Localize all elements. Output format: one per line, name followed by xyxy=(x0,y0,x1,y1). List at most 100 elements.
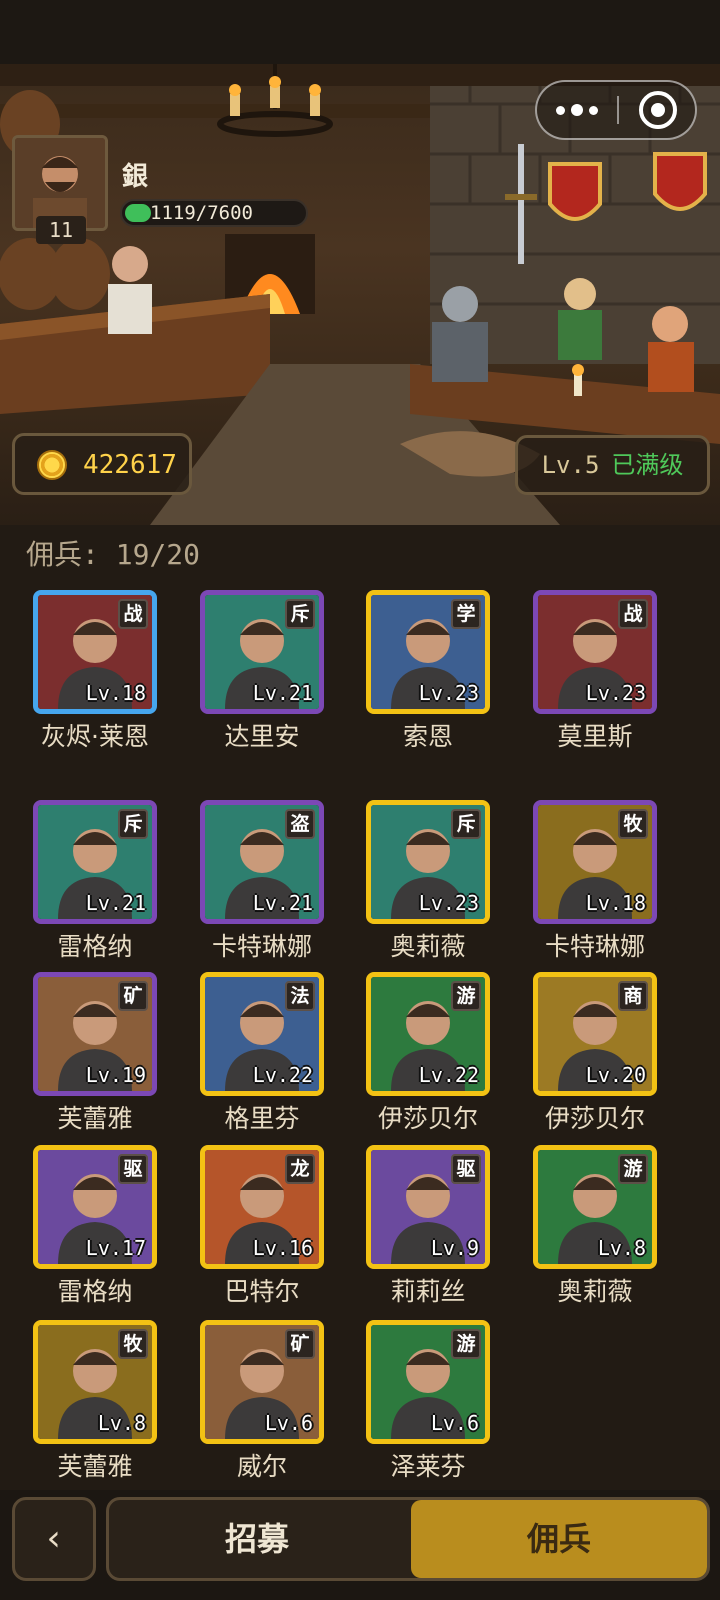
class-badge: 游 xyxy=(451,1329,481,1359)
mercenary-name: 莫里斯 xyxy=(557,722,633,751)
mercenary-name: 莉莉丝 xyxy=(390,1277,466,1306)
mercenary-name: 雷格纳 xyxy=(57,1277,133,1306)
class-badge: 斥 xyxy=(451,809,481,839)
level-tag: Lv.6 xyxy=(264,1411,313,1435)
mercenary-portrait: 斥 Lv.21 xyxy=(33,800,157,924)
mercenary-portrait: 盗 Lv.21 xyxy=(200,800,324,924)
mercenary-name: 奥莉薇 xyxy=(390,932,466,961)
mercenary-grid: 战 Lv.18 灰烬·莱恩斥 Lv.21 达里安学 Lv.23 索恩战 Lv.23 莫里斯斥 Lv… xyxy=(0,590,720,1490)
mercenary-name: 威尔 xyxy=(236,1452,287,1481)
level-tag: Lv.20 xyxy=(585,1063,646,1087)
level-tag: Lv.18 xyxy=(85,681,146,705)
mercenary-name: 索恩 xyxy=(402,722,453,751)
level-tag: Lv.21 xyxy=(252,681,313,705)
tavern-level: Lv.5 xyxy=(541,451,600,479)
gold-counter: 422617 xyxy=(12,433,192,495)
tab-recruit[interactable]: 招募 xyxy=(109,1500,405,1578)
class-badge: 斥 xyxy=(118,809,148,839)
bottom-tabs: 招募 佣兵 xyxy=(106,1497,710,1581)
tab-mercenary[interactable]: 佣兵 xyxy=(411,1500,707,1578)
mercenary-portrait: 法 Lv.22 xyxy=(200,972,324,1096)
mercenary-portrait: 战 Lv.23 xyxy=(533,590,657,714)
class-badge: 斥 xyxy=(285,599,315,629)
class-badge: 游 xyxy=(451,981,481,1011)
mercenary-portrait: 学 Lv.23 xyxy=(366,590,490,714)
mercenary-portrait: 驱 Lv.17 xyxy=(33,1145,157,1269)
mercenary-name: 伊莎贝尔 xyxy=(377,1104,478,1133)
tavern-level-status: 已满级 xyxy=(611,451,684,479)
mercenary-name: 雷格纳 xyxy=(57,932,133,961)
mercenary-name: 芙蕾雅 xyxy=(57,1452,133,1481)
mercenary-name: 泽莱芬 xyxy=(390,1452,466,1481)
level-tag: Lv.19 xyxy=(85,1063,146,1087)
level-tag: Lv.9 xyxy=(430,1236,479,1260)
mercenary-portrait: 游 Lv.22 xyxy=(366,972,490,1096)
gold-coin-icon xyxy=(37,450,67,480)
level-tag: Lv.8 xyxy=(97,1411,146,1435)
mercenary-name: 巴特尔 xyxy=(224,1277,300,1306)
level-tag: Lv.23 xyxy=(418,891,479,915)
class-badge: 战 xyxy=(618,599,648,629)
mercenary-portrait: 斥 Lv.23 xyxy=(366,800,490,924)
mercenary-name: 伊莎贝尔 xyxy=(544,1104,645,1133)
mercenary-portrait: 牧 Lv.18 xyxy=(533,800,657,924)
level-tag: Lv.21 xyxy=(252,891,313,915)
tavern-level-badge[interactable]: Lv.5 已满级 xyxy=(515,435,710,495)
class-badge: 牧 xyxy=(118,1329,148,1359)
mercenary-name: 达里安 xyxy=(224,722,300,751)
mercenary-name: 卡特琳娜 xyxy=(211,932,312,961)
level-tag: Lv.16 xyxy=(252,1236,313,1260)
mercenary-portrait: 商 Lv.20 xyxy=(533,972,657,1096)
back-button[interactable]: ‹ xyxy=(12,1497,96,1581)
class-badge: 牧 xyxy=(618,809,648,839)
class-badge: 商 xyxy=(618,981,648,1011)
class-badge: 矿 xyxy=(118,981,148,1011)
status-bar xyxy=(0,0,720,64)
class-badge: 龙 xyxy=(285,1154,315,1184)
mercenary-portrait: 龙 Lv.16 xyxy=(200,1145,324,1269)
mercenary-portrait: 矿 Lv.6 xyxy=(200,1320,324,1444)
mercenary-portrait: 矿 Lv.19 xyxy=(33,972,157,1096)
level-tag: Lv.23 xyxy=(585,681,646,705)
capsule-divider xyxy=(617,96,619,124)
mercenary-portrait: 驱 Lv.9 xyxy=(366,1145,490,1269)
level-tag: Lv.17 xyxy=(85,1236,146,1260)
player-name: 銀 xyxy=(122,162,149,192)
gold-amount: 422617 xyxy=(83,450,177,480)
mercenary-name: 格里芬 xyxy=(224,1104,300,1133)
class-badge: 驱 xyxy=(118,1154,148,1184)
mercenary-portrait: 游 Lv.6 xyxy=(366,1320,490,1444)
class-badge: 驱 xyxy=(451,1154,481,1184)
level-tag: Lv.8 xyxy=(597,1236,646,1260)
mercenary-portrait: 游 Lv.8 xyxy=(533,1145,657,1269)
class-badge: 盗 xyxy=(285,809,315,839)
level-tag: Lv.6 xyxy=(430,1411,479,1435)
class-badge: 游 xyxy=(618,1154,648,1184)
chevron-left-icon: ‹ xyxy=(43,1518,65,1559)
player-portrait xyxy=(15,138,105,228)
player-level-badge: 11 xyxy=(36,216,86,244)
mercenary-portrait: 牧 Lv.8 xyxy=(33,1320,157,1444)
level-tag: Lv.23 xyxy=(418,681,479,705)
class-badge: 矿 xyxy=(285,1329,315,1359)
target-close-icon[interactable] xyxy=(639,91,677,129)
level-tag: Lv.18 xyxy=(585,891,646,915)
xp-progress-bar: 1119/7600 xyxy=(120,199,308,227)
xp-text: 1119/7600 xyxy=(150,202,253,224)
mercenary-name: 灰烬·莱恩 xyxy=(41,722,149,751)
mercenary-count: 佣兵: 19/20 xyxy=(26,538,201,571)
mercenary-portrait: 斥 Lv.21 xyxy=(200,590,324,714)
mini-program-capsule xyxy=(535,80,697,140)
class-badge: 学 xyxy=(451,599,481,629)
xp-progress-fill xyxy=(125,204,151,222)
class-badge: 法 xyxy=(285,981,315,1011)
mercenary-portrait: 战 Lv.18 xyxy=(33,590,157,714)
level-tag: Lv.22 xyxy=(418,1063,479,1087)
class-badge: 战 xyxy=(118,599,148,629)
mercenary-name: 卡特琳娜 xyxy=(544,932,645,961)
mercenary-name: 芙蕾雅 xyxy=(57,1104,133,1133)
level-tag: Lv.21 xyxy=(85,891,146,915)
more-dots-icon[interactable] xyxy=(537,82,617,138)
mercenary-name: 奥莉薇 xyxy=(557,1277,633,1306)
level-tag: Lv.22 xyxy=(252,1063,313,1087)
